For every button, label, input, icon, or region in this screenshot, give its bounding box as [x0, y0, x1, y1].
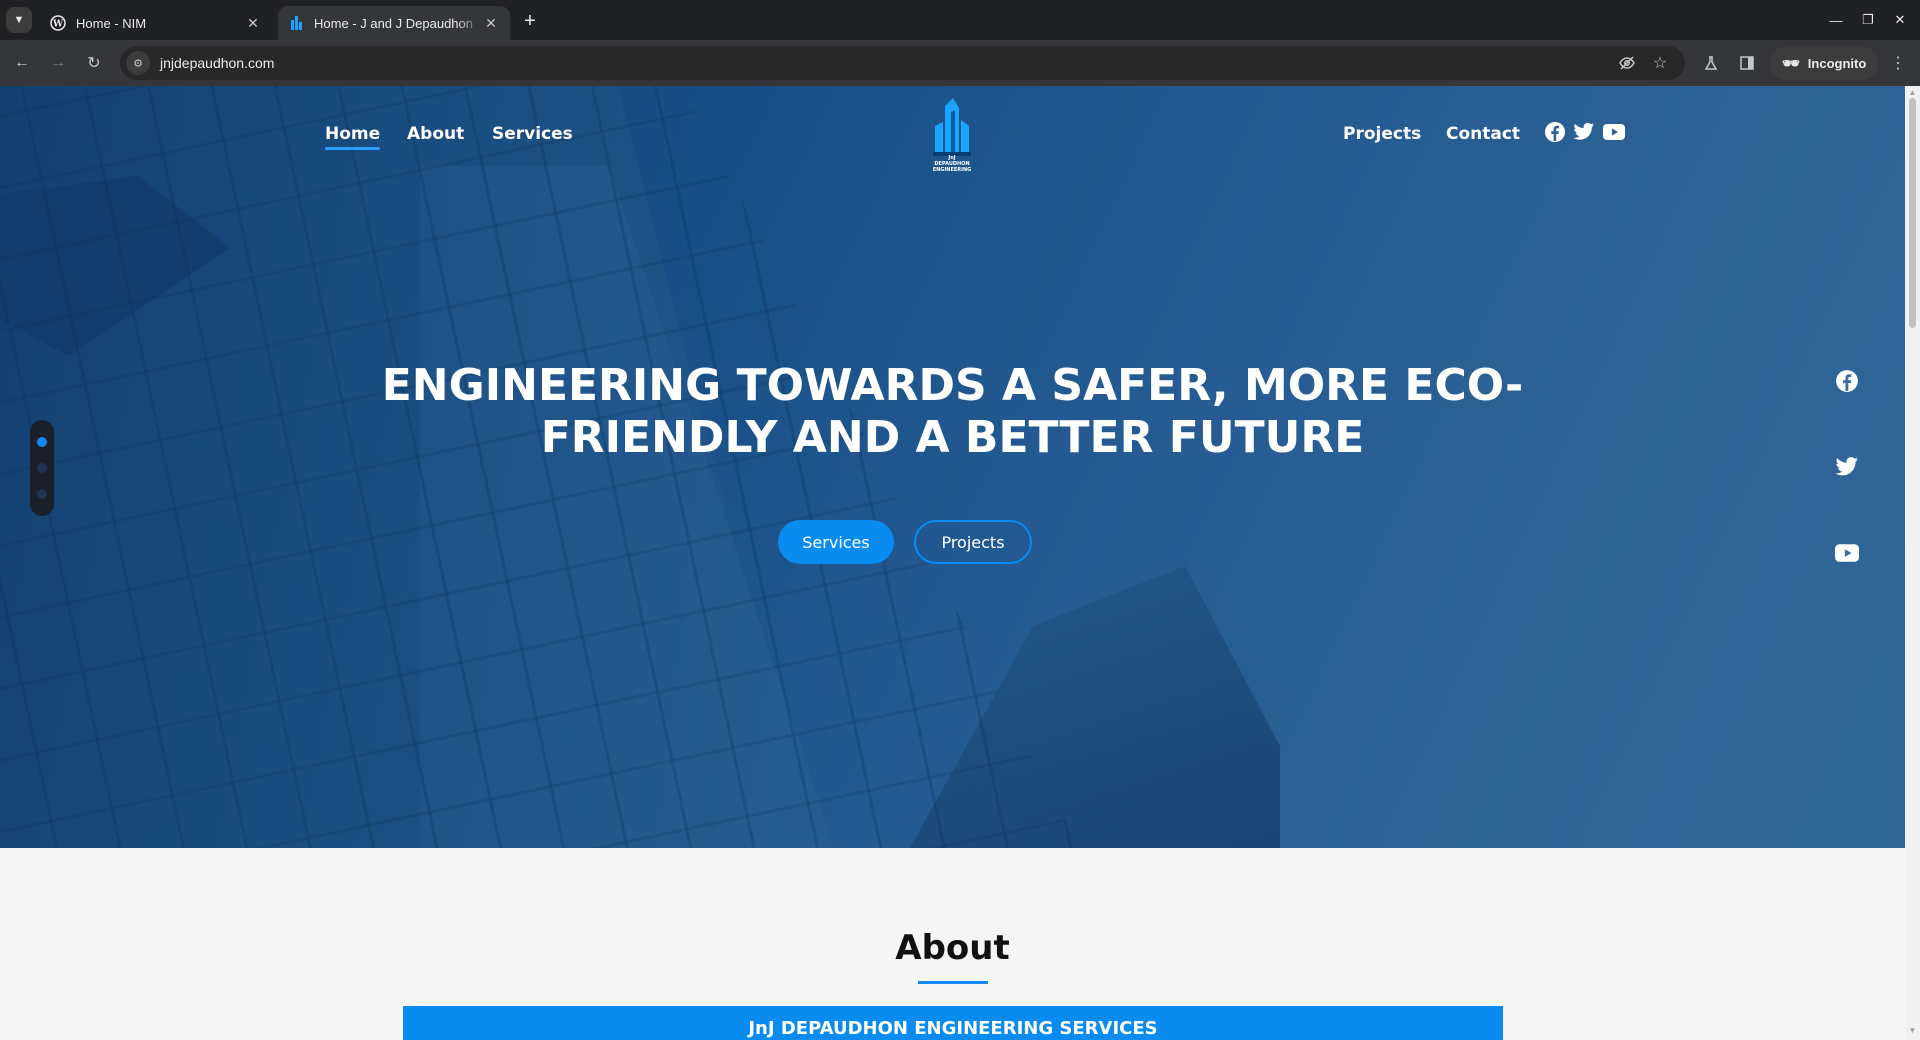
page-scrollbar[interactable]: ▲ ▼ [1905, 86, 1920, 1040]
youtube-icon[interactable] [1834, 540, 1860, 566]
tab-title: Home - J and J Depaudhon [314, 15, 473, 31]
close-icon[interactable]: ✕ [482, 14, 500, 32]
hero-section: Home About Services JnJ DEPAUDHON ENGINE… [0, 86, 1905, 848]
twitter-icon[interactable] [1572, 120, 1596, 144]
page-viewport: Home About Services JnJ DEPAUDHON ENGINE… [0, 86, 1905, 1040]
side-panel-icon[interactable] [1733, 49, 1761, 77]
close-window-icon[interactable]: ✕ [1886, 8, 1914, 32]
wordpress-icon: W [50, 15, 66, 31]
bookmark-star-icon[interactable]: ☆ [1648, 51, 1672, 75]
nav-contact[interactable]: Contact [1446, 124, 1520, 144]
site-info-icon[interactable]: ⚙ [126, 51, 150, 75]
svg-text:W: W [52, 20, 64, 30]
tab-search-button[interactable]: ▼ [6, 7, 32, 33]
about-heading: About [895, 928, 1010, 968]
slider-pagination [30, 420, 54, 516]
site-navigation: Home About Services JnJ DEPAUDHON ENGINE… [0, 86, 1905, 186]
restore-icon[interactable]: ❐ [1854, 8, 1882, 32]
scrollbar-thumb[interactable] [1909, 98, 1916, 328]
nav-services[interactable]: Services [492, 124, 573, 144]
building-logo-icon [933, 98, 971, 156]
eye-off-icon[interactable] [1615, 51, 1639, 75]
about-banner: JnJ DEPAUDHON ENGINEERING SERVICES [403, 1006, 1503, 1040]
logo-text: JnJ DEPAUDHON ENGINEERING [932, 155, 972, 173]
incognito-indicator[interactable]: 🕶 Incognito [1770, 46, 1879, 80]
facebook-icon[interactable] [1834, 368, 1860, 394]
slider-dot[interactable] [37, 489, 47, 499]
site-logo[interactable]: JnJ DEPAUDHON ENGINEERING [925, 98, 979, 174]
tab-title: Home - NIM [76, 15, 147, 31]
tab-jnj-depaudhon[interactable]: Home - J and J Depaudhon ✕ [278, 6, 510, 40]
hero-services-button[interactable]: Services [778, 520, 894, 564]
scroll-down-icon[interactable]: ▼ [1908, 1026, 1917, 1035]
hero-title: ENGINEERING TOWARDS A SAFER, MORE ECO-FR… [381, 360, 1524, 463]
more-menu-icon[interactable]: ⋮ [1884, 49, 1912, 77]
tab-strip: ▼ W Home - NIM ✕ Home - J and J Depaudho… [0, 0, 1920, 40]
youtube-icon[interactable] [1602, 120, 1626, 144]
back-arrow-icon[interactable]: ← [8, 49, 36, 77]
hero-projects-button[interactable]: Projects [914, 520, 1032, 564]
about-section: About JnJ DEPAUDHON ENGINEERING SERVICES [0, 848, 1905, 1040]
chevron-down-icon: ▼ [13, 14, 25, 26]
slider-dot[interactable] [37, 437, 47, 447]
heading-underline [918, 981, 988, 984]
reload-icon[interactable]: ↻ [80, 49, 108, 77]
forward-arrow-icon[interactable]: → [44, 49, 72, 77]
minimize-icon[interactable]: — [1822, 8, 1850, 32]
url-text[interactable]: jnjdepaudhon.com [160, 55, 274, 71]
address-bar[interactable]: ⚙ jnjdepaudhon.com ☆ [120, 46, 1685, 80]
nav-home[interactable]: Home [325, 124, 381, 150]
incognito-icon: 🕶 [1782, 54, 1800, 71]
jnj-logo-icon [291, 16, 302, 30]
labs-flask-icon[interactable] [1697, 49, 1725, 77]
nav-projects[interactable]: Projects [1343, 124, 1421, 144]
browser-toolbar: ← → ↻ ⚙ jnjdepaudhon.com ☆ 🕶 Incognito ⋮ [0, 40, 1920, 86]
scroll-up-icon[interactable]: ▲ [1908, 88, 1917, 97]
nav-about[interactable]: About [407, 124, 464, 144]
incognito-label: Incognito [1807, 55, 1867, 71]
close-icon[interactable]: ✕ [244, 14, 262, 32]
hero-overlay [0, 86, 1905, 848]
twitter-icon[interactable] [1834, 454, 1860, 480]
facebook-icon[interactable] [1543, 120, 1567, 144]
slider-dot[interactable] [37, 463, 47, 473]
new-tab-button[interactable]: + [518, 9, 542, 33]
tab-home-nim[interactable]: W Home - NIM ✕ [40, 6, 272, 40]
